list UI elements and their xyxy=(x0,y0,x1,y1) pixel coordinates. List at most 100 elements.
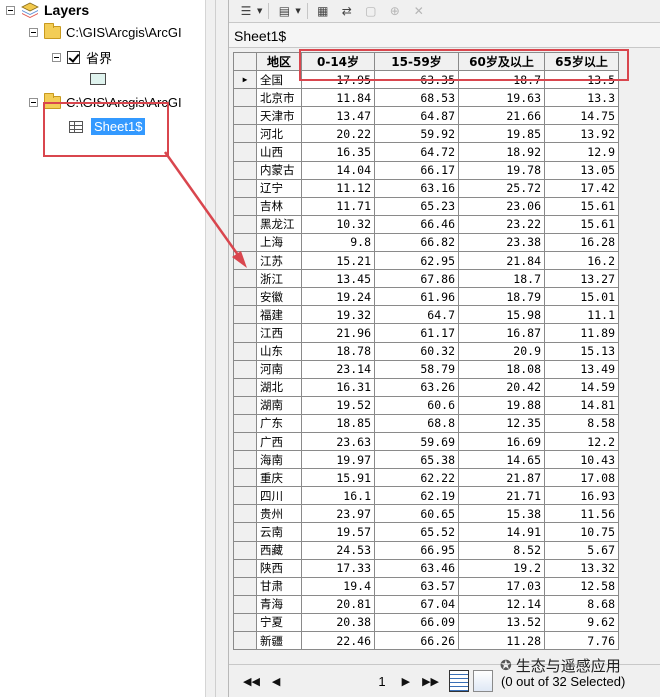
current-record-number[interactable]: 1 xyxy=(378,674,385,689)
value-cell[interactable]: 8.52 xyxy=(458,540,545,560)
table-row[interactable]: 湖南 19.52 60.6 19.88 14.81 xyxy=(233,395,619,415)
row-selector[interactable] xyxy=(233,431,257,452)
table-row[interactable]: 山东 18.78 60.32 20.9 15.13 xyxy=(233,341,619,361)
value-cell[interactable]: 19.24 xyxy=(301,287,375,307)
row-selector[interactable] xyxy=(233,287,257,307)
row-selector[interactable] xyxy=(233,468,257,488)
region-cell[interactable]: 贵州 xyxy=(256,504,302,524)
value-cell[interactable]: 19.52 xyxy=(301,395,375,415)
value-cell[interactable]: 16.28 xyxy=(544,232,619,253)
value-cell[interactable]: 65.52 xyxy=(374,522,459,542)
toc-root-row[interactable]: Layers xyxy=(6,2,89,18)
table-row[interactable]: 宁夏 20.38 66.09 13.52 9.62 xyxy=(233,612,619,633)
region-cell[interactable]: 安徽 xyxy=(256,287,302,307)
region-cell[interactable]: 全国 xyxy=(256,70,302,90)
table-row[interactable]: 北京市 11.84 68.53 19.63 13.3 xyxy=(233,88,619,108)
table-row[interactable]: 云南 19.57 65.52 14.91 10.75 xyxy=(233,522,619,542)
table-row[interactable]: 浙江 13.45 67.86 18.7 13.27 xyxy=(233,269,619,289)
first-record-icon[interactable]: ◀◀ xyxy=(243,675,260,688)
toc-folder-label-1[interactable]: C:\GIS\Arcgis\ArcGI xyxy=(66,25,182,40)
value-cell[interactable]: 16.31 xyxy=(301,377,375,397)
value-cell[interactable]: 19.4 xyxy=(301,576,375,596)
table-row[interactable]: 福建 19.32 64.7 15.98 11.1 xyxy=(233,305,619,325)
toc-folder-row-1[interactable]: C:\GIS\Arcgis\ArcGI xyxy=(29,23,182,40)
value-cell[interactable]: 66.26 xyxy=(374,630,459,651)
value-cell[interactable]: 11.89 xyxy=(544,323,619,343)
region-cell[interactable]: 吉林 xyxy=(256,196,302,216)
toc-layer-label[interactable]: 省界 xyxy=(86,48,112,67)
value-cell[interactable]: 14.81 xyxy=(544,395,619,415)
region-cell[interactable]: 福建 xyxy=(256,305,302,325)
value-cell[interactable]: 16.1 xyxy=(301,486,375,506)
value-cell[interactable]: 58.79 xyxy=(374,359,459,379)
table-row[interactable]: 四川 16.1 62.19 21.71 16.93 xyxy=(233,486,619,506)
region-cell[interactable]: 陕西 xyxy=(256,558,302,578)
value-cell[interactable]: 64.7 xyxy=(374,305,459,325)
value-cell[interactable]: 8.58 xyxy=(544,413,619,433)
value-cell[interactable]: 13.32 xyxy=(544,558,619,578)
table-row[interactable]: 重庆 15.91 62.22 21.87 17.08 xyxy=(233,468,619,488)
row-selector[interactable] xyxy=(233,377,257,397)
value-cell[interactable]: 15.91 xyxy=(301,468,375,488)
row-selector[interactable] xyxy=(233,251,257,271)
region-cell[interactable]: 河北 xyxy=(256,124,302,144)
value-cell[interactable]: 67.04 xyxy=(374,594,459,614)
value-cell[interactable]: 23.22 xyxy=(458,214,545,234)
row-selector[interactable] xyxy=(233,106,257,126)
value-cell[interactable]: 15.21 xyxy=(301,251,375,271)
value-cell[interactable]: 13.5 xyxy=(544,70,619,90)
region-cell[interactable]: 海南 xyxy=(256,450,302,470)
value-cell[interactable]: 11.1 xyxy=(544,305,619,325)
value-cell[interactable]: 18.7 xyxy=(458,269,545,289)
region-cell[interactable]: 内蒙古 xyxy=(256,160,302,180)
table-row[interactable]: 河北 20.22 59.92 19.85 13.92 xyxy=(233,124,619,144)
value-cell[interactable]: 20.9 xyxy=(458,341,545,361)
collapse-icon[interactable] xyxy=(29,98,38,107)
value-cell[interactable]: 12.14 xyxy=(458,594,545,614)
value-cell[interactable]: 14.65 xyxy=(458,450,545,470)
value-cell[interactable]: 66.09 xyxy=(374,612,459,633)
toc-layer-row[interactable]: 省界 xyxy=(52,48,112,67)
value-cell[interactable]: 13.3 xyxy=(544,88,619,108)
row-selector[interactable] xyxy=(233,594,257,614)
value-cell[interactable]: 21.87 xyxy=(458,468,545,488)
region-cell[interactable]: 江西 xyxy=(256,323,302,343)
value-cell[interactable]: 25.72 xyxy=(458,178,545,198)
value-cell[interactable]: 19.88 xyxy=(458,395,545,415)
region-cell[interactable]: 四川 xyxy=(256,486,302,506)
value-cell[interactable]: 63.57 xyxy=(374,576,459,596)
value-cell[interactable]: 19.97 xyxy=(301,450,375,470)
value-cell[interactable]: 64.72 xyxy=(374,142,459,162)
table-row[interactable]: 贵州 23.97 60.65 15.38 11.56 xyxy=(233,504,619,524)
value-cell[interactable]: 15.38 xyxy=(458,504,545,524)
value-cell[interactable]: 17.03 xyxy=(458,576,545,596)
value-cell[interactable]: 19.57 xyxy=(301,522,375,542)
row-selector[interactable] xyxy=(233,323,257,343)
region-cell[interactable]: 天津市 xyxy=(256,106,302,126)
previous-record-icon[interactable]: ◀ xyxy=(272,675,280,688)
table-row[interactable]: 广东 18.85 68.8 12.35 8.58 xyxy=(233,413,619,433)
value-cell[interactable]: 21.66 xyxy=(458,106,545,126)
value-cell[interactable]: 23.14 xyxy=(301,359,375,379)
value-cell[interactable]: 15.13 xyxy=(544,341,619,361)
table-row[interactable]: 青海 20.81 67.04 12.14 8.68 xyxy=(233,594,619,614)
value-cell[interactable]: 60.32 xyxy=(374,341,459,361)
row-selector[interactable] xyxy=(233,142,257,162)
show-all-records-button[interactable] xyxy=(449,670,470,692)
table-row[interactable]: 吉林 11.71 65.23 23.06 15.61 xyxy=(233,196,619,216)
value-cell[interactable]: 21.71 xyxy=(458,486,545,506)
value-cell[interactable]: 59.92 xyxy=(374,124,459,144)
chevron-down-icon[interactable]: ▼ xyxy=(257,7,262,15)
table-row[interactable]: 上海 9.8 66.82 23.38 16.28 xyxy=(233,232,619,253)
row-selector[interactable] xyxy=(233,395,257,415)
value-cell[interactable]: 23.06 xyxy=(458,196,545,216)
value-cell[interactable]: 9.62 xyxy=(544,612,619,633)
value-cell[interactable]: 16.93 xyxy=(544,486,619,506)
table-row[interactable]: 陕西 17.33 63.46 19.2 13.32 xyxy=(233,558,619,578)
table-row[interactable]: 海南 19.97 65.38 14.65 10.43 xyxy=(233,450,619,470)
chevron-down-icon[interactable]: ▼ xyxy=(295,7,300,15)
table-row[interactable]: 湖北 16.31 63.26 20.42 14.59 xyxy=(233,377,619,397)
table-row[interactable]: 辽宁 11.12 63.16 25.72 17.42 xyxy=(233,178,619,198)
region-cell[interactable]: 湖北 xyxy=(256,377,302,397)
value-cell[interactable]: 13.49 xyxy=(544,359,619,379)
